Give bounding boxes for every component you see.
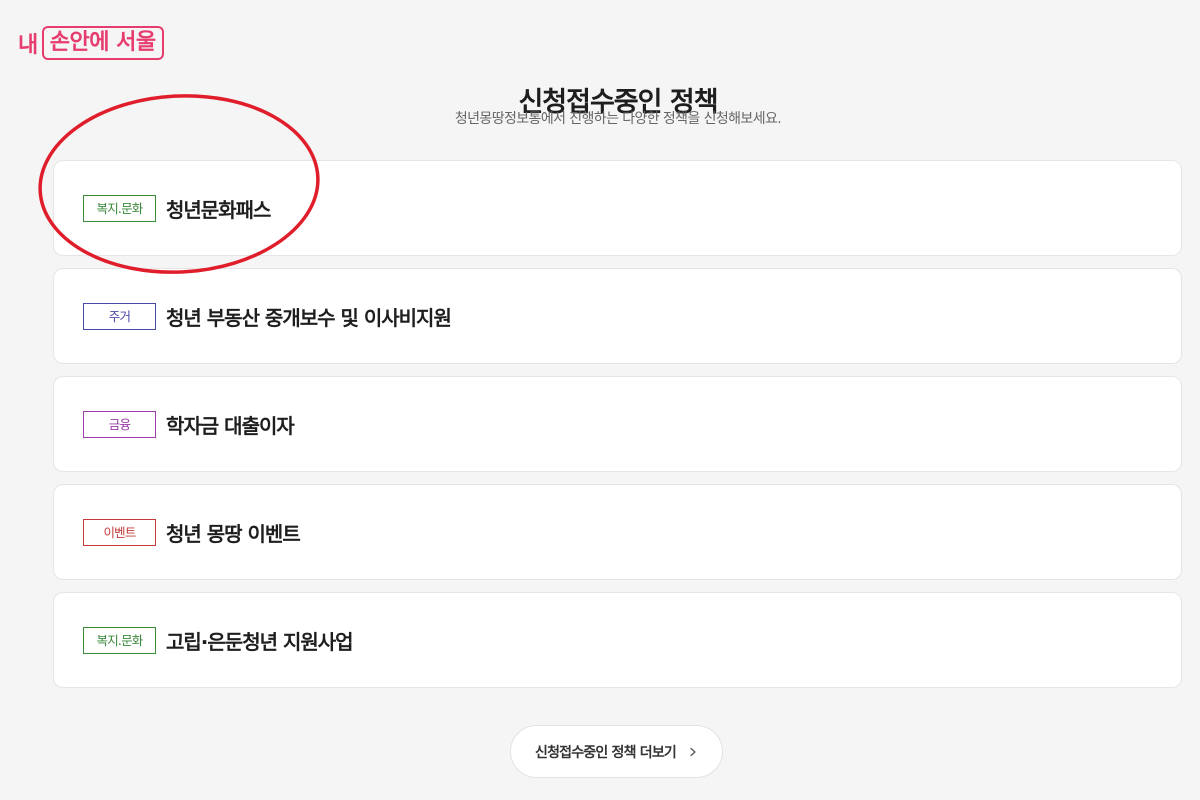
policy-name: 청년 몽땅 이벤트 <box>166 521 301 546</box>
policy-card[interactable]: 복지.문화 청년문화패스 <box>53 160 1182 256</box>
more-policies-label: 신청접수중인 정책 더보기 <box>534 744 677 761</box>
policy-list: 복지.문화 청년문화패스 주거 청년 부동산 중개보수 및 이사비지원 금융 학… <box>53 160 1182 700</box>
policy-name: 학자금 대출이자 <box>166 413 295 438</box>
policy-category-tag: 복지.문화 <box>83 194 156 222</box>
policy-category-tag: 주거 <box>83 302 156 330</box>
policy-name: 청년 부동산 중개보수 및 이사비지원 <box>166 305 452 330</box>
policy-category-tag: 이벤트 <box>83 518 156 546</box>
policy-card[interactable]: 이벤트 청년 몽땅 이벤트 <box>53 484 1182 580</box>
policy-card[interactable]: 복지.문화 고립·은둔청년 지원사업 <box>53 592 1182 688</box>
logo-prefix: 내 <box>18 33 38 58</box>
chevron-right-icon <box>690 747 696 756</box>
more-policies-button[interactable]: 신청접수중인 정책 더보기 <box>510 725 723 778</box>
policy-name: 청년문화패스 <box>166 197 271 222</box>
site-logo[interactable]: 내 손안에 서울 <box>18 26 164 60</box>
policy-card[interactable]: 주거 청년 부동산 중개보수 및 이사비지원 <box>53 268 1182 364</box>
policy-category-tag: 복지.문화 <box>83 626 156 654</box>
policy-card[interactable]: 금융 학자금 대출이자 <box>53 376 1182 472</box>
policy-category-tag: 금융 <box>83 410 156 438</box>
section-subtitle: 청년몽땅정보통에서 진행하는 다양한 정책을 신청해보세요. <box>454 111 782 127</box>
logo-boxed-text: 손안에 서울 <box>41 26 164 60</box>
policy-name: 고립·은둔청년 지원사업 <box>166 629 354 654</box>
